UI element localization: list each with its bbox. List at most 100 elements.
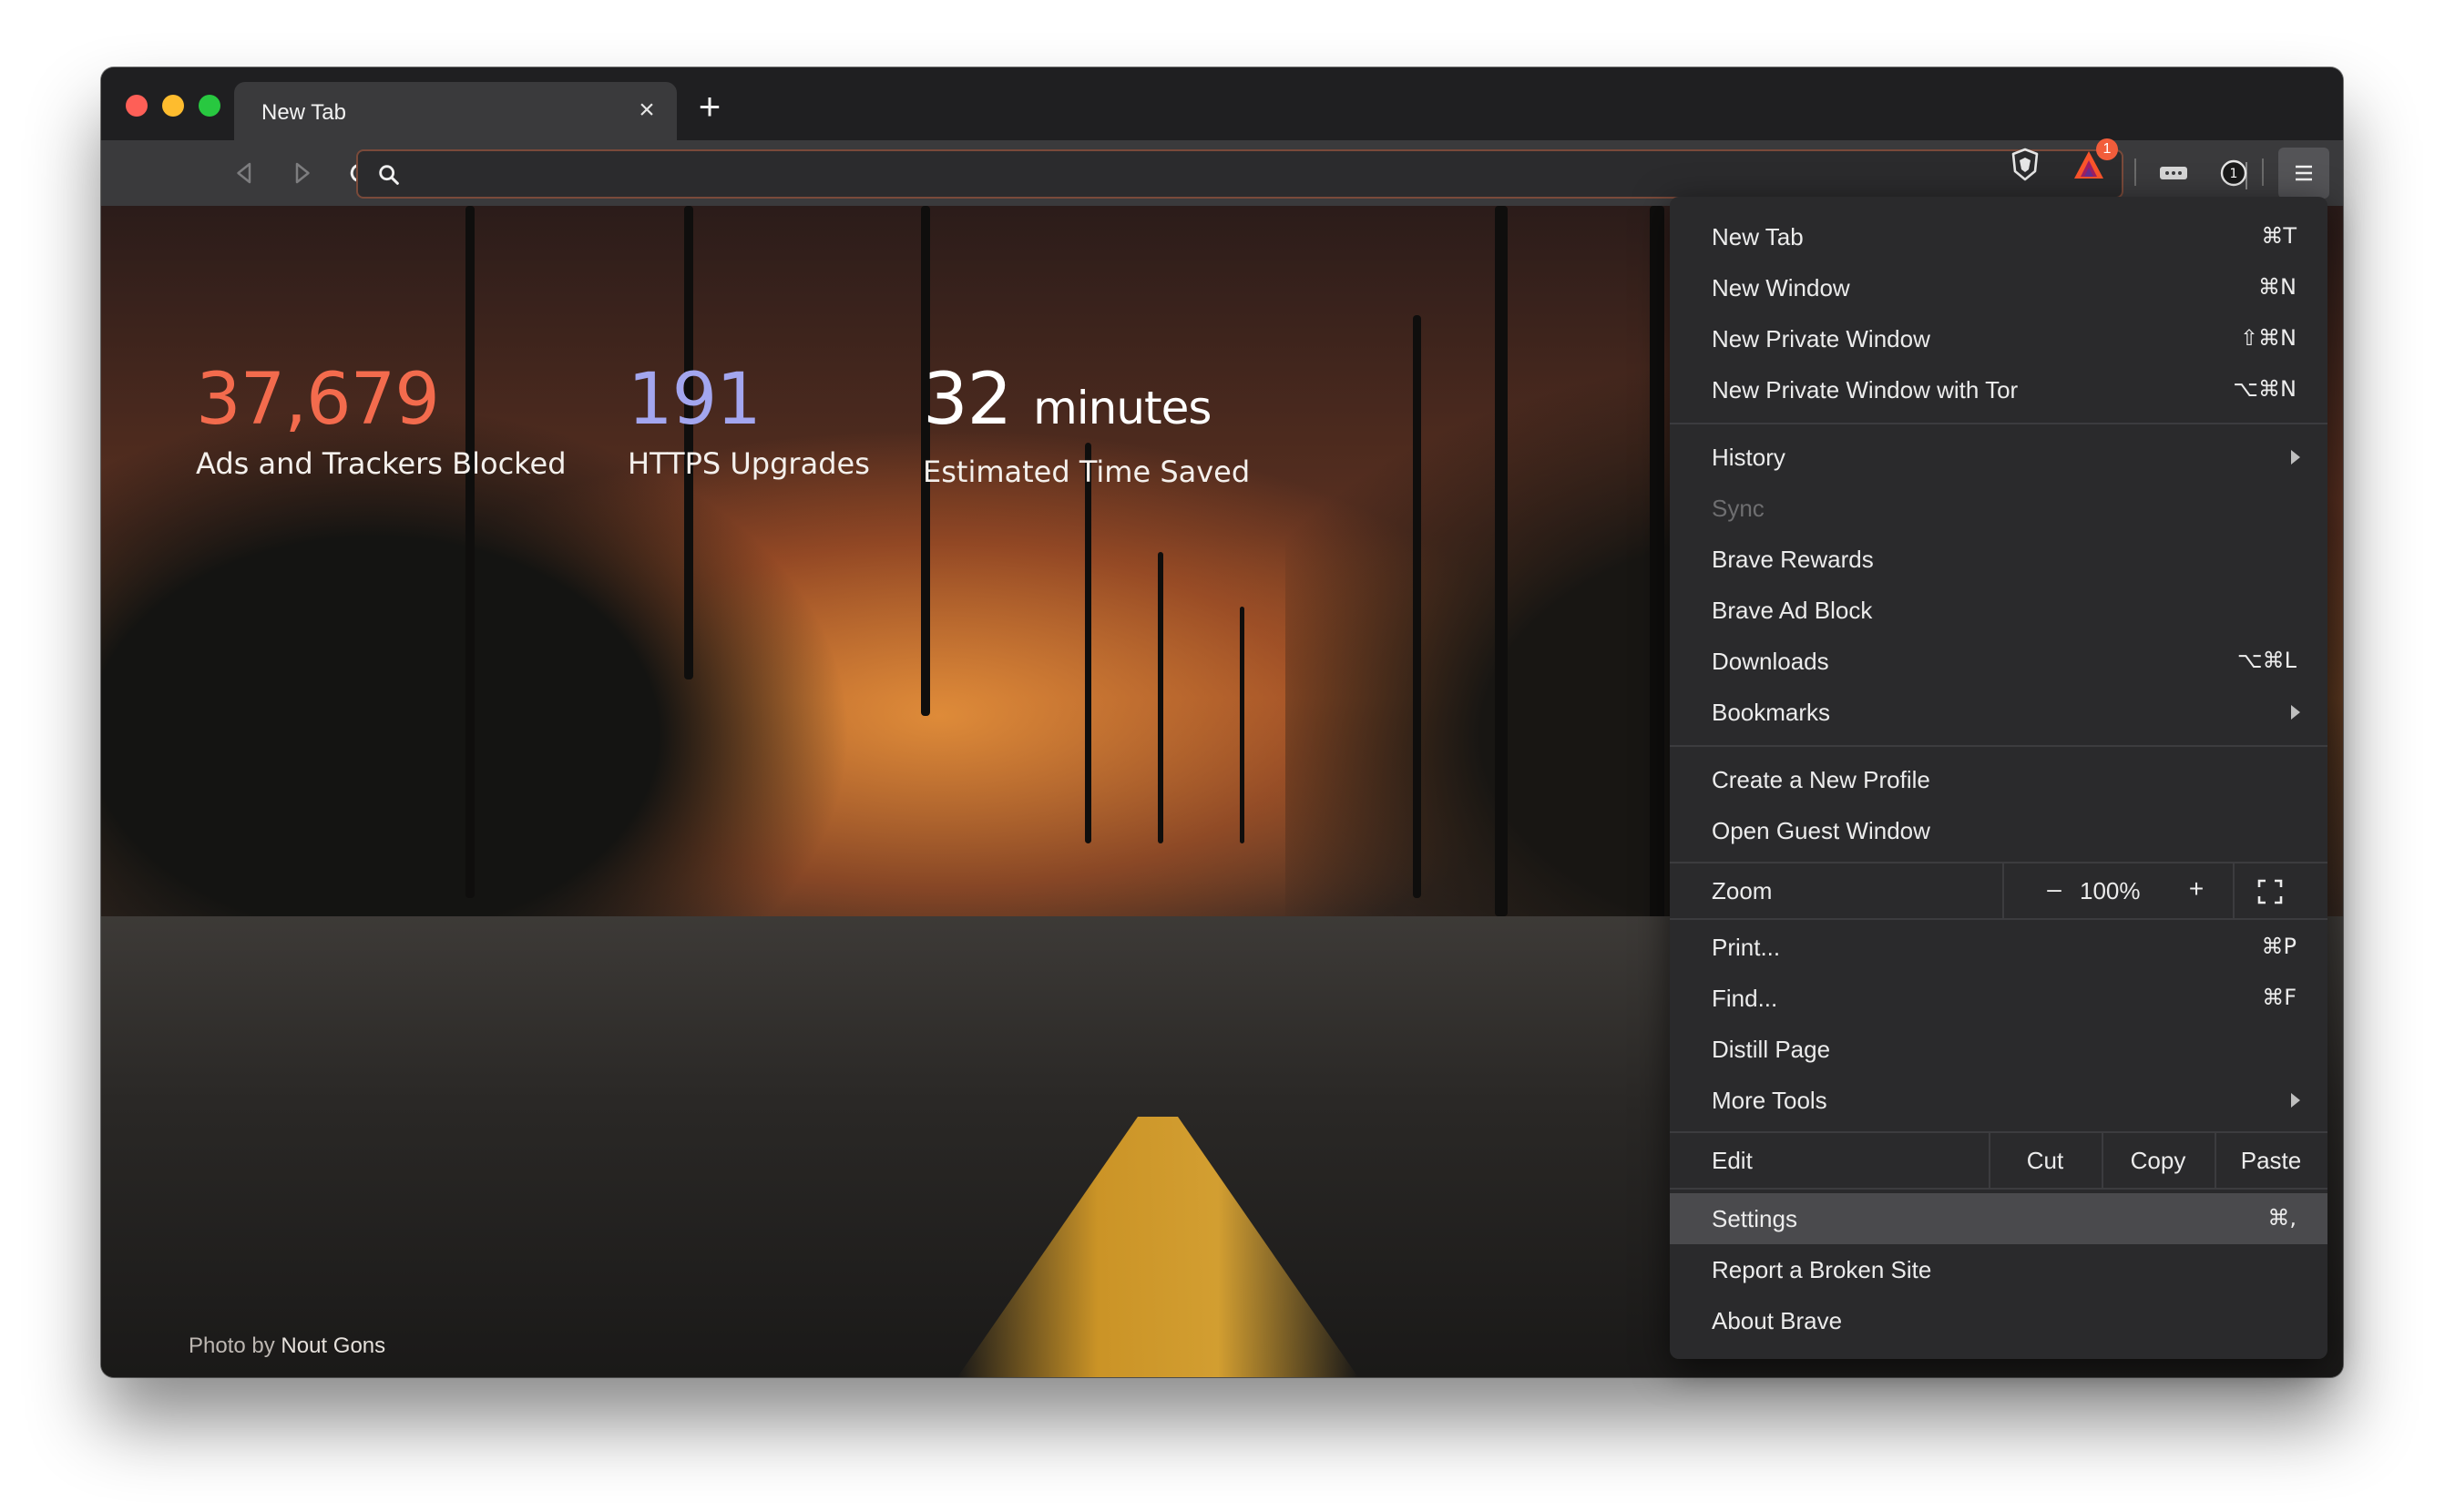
menu-separator (1670, 1188, 2327, 1190)
submenu-arrow-icon (2291, 705, 2300, 720)
stat-https-upgrades-label: HTTPS Upgrades (628, 446, 870, 481)
menu-item-print[interactable]: Print... ⌘P (1670, 922, 2327, 973)
password-manager-icon: 1 (2220, 159, 2247, 187)
extension-button[interactable] (2151, 155, 2196, 191)
menu-item-guest-window[interactable]: Open Guest Window (1670, 805, 2327, 856)
photo-credit-author-link[interactable]: Nout Gons (281, 1333, 385, 1358)
menu-item-label: New Window (1712, 274, 1850, 301)
stat-time-saved: 32 minutes Estimated Time Saved (923, 361, 1250, 489)
menu-item-settings[interactable]: Settings ⌘, (1670, 1193, 2327, 1244)
menu-item-edit: Edit Cut Copy Paste (1670, 1133, 2327, 1188)
menu-item-label: Find... (1712, 985, 1778, 1012)
menu-item-label: Print... (1712, 934, 1781, 961)
photo-credit-prefix: Photo by (189, 1333, 275, 1358)
title-bar: New Tab × + (101, 67, 2343, 140)
menu-item-sync: Sync (1670, 483, 2327, 534)
menu-item-label: Brave Rewards (1712, 546, 1874, 573)
menu-item-downloads[interactable]: Downloads ⌥⌘L (1670, 636, 2327, 687)
menu-item-new-private-window-tor[interactable]: New Private Window with Tor ⌥⌘N (1670, 364, 2327, 415)
forward-arrow-icon (295, 162, 310, 184)
palm-trunk (1413, 315, 1421, 898)
minimize-window-button[interactable] (162, 95, 184, 117)
menu-item-bookmarks[interactable]: Bookmarks (1670, 687, 2327, 738)
tab-title: New Tab (261, 100, 346, 125)
palm-trunk (1495, 206, 1508, 916)
menu-item-label: More Tools (1712, 1087, 1827, 1114)
copy-button[interactable]: Copy (2102, 1147, 2215, 1175)
cut-button[interactable]: Cut (1989, 1147, 2102, 1175)
zoom-in-button[interactable]: + (2178, 874, 2215, 904)
brave-shields-icon[interactable] (2009, 148, 2041, 182)
menu-item-label: Settings (1712, 1205, 1797, 1232)
address-input[interactable] (414, 158, 1963, 189)
menu-item-new-tab[interactable]: New Tab ⌘T (1670, 211, 2327, 262)
stat-ads-blocked: 37,679 Ads and Trackers Blocked (196, 361, 567, 481)
menu-item-shortcut: ⌘P (2261, 934, 2297, 959)
hamburger-menu-button[interactable] (2278, 148, 2329, 199)
menu-item-label: New Private Window with Tor (1712, 376, 2019, 404)
close-window-button[interactable] (126, 95, 148, 117)
zoom-divider (2002, 863, 2004, 918)
hamburger-icon (2296, 165, 2312, 181)
menu-item-shortcut: ⌘F (2262, 985, 2297, 1010)
svg-text:1: 1 (2230, 167, 2238, 181)
edit-label: Edit (1712, 1147, 1753, 1174)
menu-item-label: New Private Window (1712, 325, 1930, 352)
menu-item-about-brave[interactable]: About Brave (1670, 1295, 2327, 1346)
menu-item-more-tools[interactable]: More Tools (1670, 1075, 2327, 1126)
menu-item-brave-ad-block[interactable]: Brave Ad Block (1670, 585, 2327, 636)
menu-separator (1670, 918, 2327, 920)
paste-button[interactable]: Paste (2215, 1147, 2327, 1175)
menu-item-shortcut: ⌘N (2258, 274, 2297, 300)
menu-separator (1670, 423, 2327, 424)
menu-item-shortcut: ⌘, (2267, 1205, 2297, 1231)
zoom-out-button[interactable]: – (2036, 874, 2072, 904)
tab-new-tab[interactable]: New Tab × (234, 82, 677, 140)
menu-item-label: Report a Broken Site (1712, 1256, 1932, 1283)
menu-item-label: Downloads (1712, 648, 1829, 675)
menu-item-label: Distill Page (1712, 1036, 1831, 1063)
menu-item-find[interactable]: Find... ⌘F (1670, 973, 2327, 1024)
menu-item-create-profile[interactable]: Create a New Profile (1670, 754, 2327, 805)
address-bar[interactable] (356, 149, 2247, 199)
menu-item-label: Open Guest Window (1712, 817, 1930, 844)
menu-item-shortcut: ⌥⌘N (2233, 376, 2297, 402)
maximize-window-button[interactable] (199, 95, 220, 117)
back-button[interactable] (225, 153, 265, 193)
rewards-badge: 1 (2096, 138, 2118, 160)
menu-item-distill-page[interactable]: Distill Page (1670, 1024, 2327, 1075)
palm-trunk (1240, 607, 1244, 843)
menu-item-label: Bookmarks (1712, 699, 1831, 726)
submenu-arrow-icon (2291, 450, 2300, 465)
stat-time-saved-value: 32 minutes (923, 361, 1250, 447)
forward-button[interactable] (281, 153, 322, 193)
menu-item-history[interactable]: History (1670, 432, 2327, 483)
menu-item-shortcut: ⌘T (2261, 223, 2297, 249)
menu-item-brave-rewards[interactable]: Brave Rewards (1670, 534, 2327, 585)
menu-item-report-broken-site[interactable]: Report a Broken Site (1670, 1244, 2327, 1295)
menu-item-label: New Tab (1712, 223, 1804, 250)
stat-ads-blocked-label: Ads and Trackers Blocked (196, 446, 567, 481)
toolbar-separator-2 (2262, 158, 2264, 186)
fullscreen-icon[interactable] (2256, 878, 2284, 905)
zoom-level: 100% (2080, 877, 2141, 904)
tab-close-icon[interactable]: × (631, 95, 662, 126)
stat-https-upgrades-value: 191 (628, 359, 762, 441)
extension-dots-icon (2160, 167, 2187, 179)
palm-trunk (1158, 552, 1163, 843)
zoom-divider (2233, 863, 2235, 918)
stat-time-saved-number: 32 (923, 359, 1012, 441)
photo-credit: Photo by Nout Gons (189, 1333, 385, 1359)
menu-item-zoom: Zoom – 100% + (1670, 863, 2327, 918)
menu-item-new-private-window[interactable]: New Private Window ⇧⌘N (1670, 313, 2327, 364)
zoom-label: Zoom (1712, 877, 1773, 904)
menu-item-shortcut: ⇧⌘N (2239, 325, 2297, 351)
password-manager-button[interactable]: 1 (2211, 155, 2256, 191)
menu-item-new-window[interactable]: New Window ⌘N (1670, 262, 2327, 313)
search-icon (379, 165, 399, 185)
new-tab-button[interactable]: + (691, 87, 728, 126)
menu-item-label: Brave Ad Block (1712, 597, 1873, 624)
palm-trunk (465, 206, 475, 898)
menu-item-label: Sync (1712, 495, 1765, 522)
palm-trunk (1085, 443, 1091, 843)
